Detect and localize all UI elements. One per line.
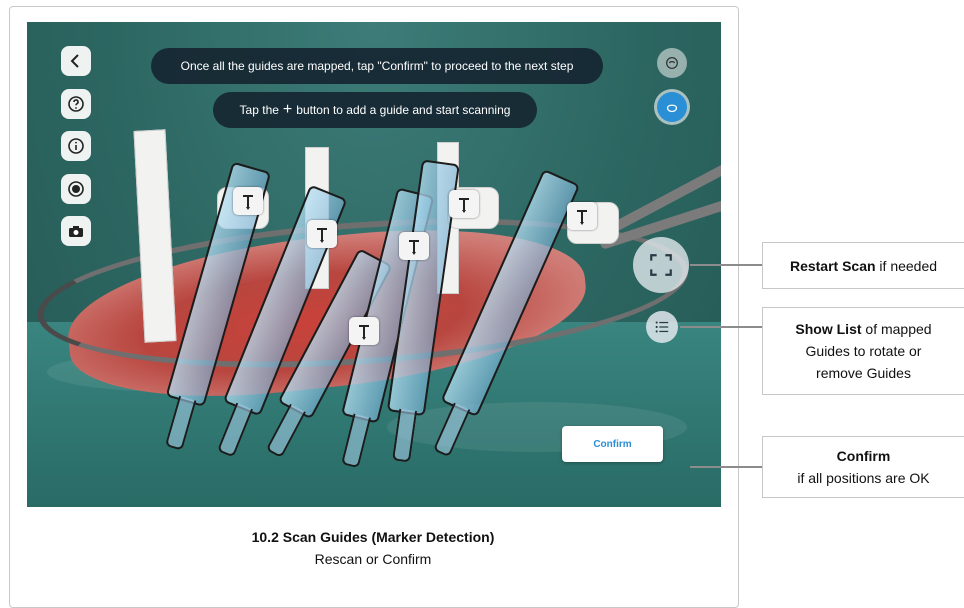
record-button[interactable] [61,174,91,204]
leader-line [690,264,762,266]
callout-confirm-line2: if all positions are OK [797,470,930,486]
help-button[interactable] [61,89,91,119]
shortcut-button[interactable] [657,48,687,78]
plus-icon: + [282,101,293,118]
callout-list-line3: remove Guides [816,365,911,381]
show-list-button[interactable] [646,311,678,343]
help-icon [68,96,84,112]
callout-restart-rest: if needed [875,257,938,274]
instruction-add-prefix: Tap the [239,103,279,117]
callout-list-rest1: of mapped [861,321,932,337]
restart-scan-button[interactable] [633,237,689,293]
info-button[interactable] [61,131,91,161]
scan-frame-icon [650,254,672,276]
bone-scan-icon [666,57,678,69]
callout-show-list: Show List of mapped Guides to rotate or … [762,307,964,395]
figure-subtitle: Rescan or Confirm [314,551,432,567]
instruction-add-guide: Tap the + button to add a guide and star… [213,92,537,128]
callout-list-line1: Show List of mapped [795,318,931,340]
bone-model-button[interactable] [657,92,687,122]
marker-icon [349,317,379,345]
marker-icon [567,202,597,230]
bone-model-icon [666,104,678,113]
record-icon [68,181,84,197]
callout-list-line2: Guides to rotate or [805,343,922,359]
leader-line [690,466,762,468]
marker-icon [307,220,337,248]
info-icon [68,138,84,154]
back-button[interactable] [61,46,91,76]
callout-list-bold: Show List [795,321,862,337]
figure-title: 10.2 Scan Guides (Marker Detection) [251,529,495,545]
list-icon [655,321,669,333]
instruction-confirm: Once all the guides are mapped, tap "Con… [151,48,603,84]
back-icon [70,54,79,68]
callout-restart-bold: Restart Scan [789,257,876,274]
marker-icon [449,190,479,218]
instruction-confirm-text: Once all the guides are mapped, tap "Con… [180,59,574,73]
instruction-add-suffix: button to add a guide and start scanning [296,103,511,117]
callout-confirm-bold: Confirm [836,448,891,464]
leader-line [680,326,762,328]
marker-icon [399,232,429,260]
camera-icon [69,226,83,237]
confirm-button[interactable]: Confirm [562,426,663,462]
marker-icon [233,187,263,215]
callout-restart-scan: Restart Scan if needed [762,242,964,289]
callout-confirm: Confirm if all positions are OK [762,436,964,498]
callout-restart-line: Restart Scan if needed [790,255,937,277]
screenshot-button[interactable] [61,216,91,246]
